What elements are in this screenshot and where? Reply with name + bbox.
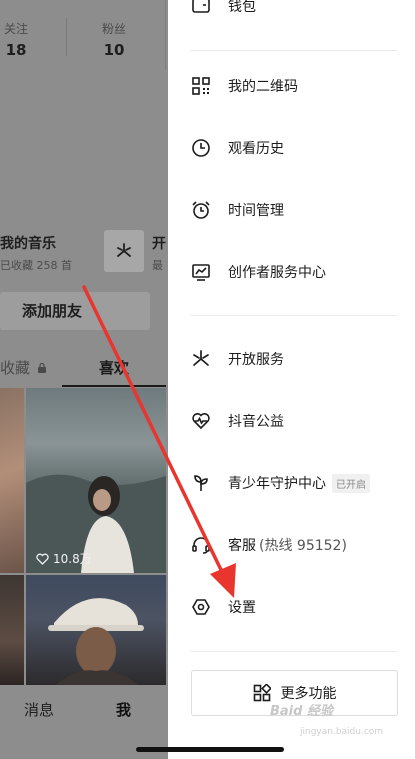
- followers-label: 粉丝: [102, 22, 127, 36]
- chart-icon: [190, 261, 212, 283]
- menu-item-label: 抖音公益: [228, 414, 284, 430]
- menu-item-open-services[interactable]: 开放服务: [190, 339, 400, 379]
- menu-item-time-management[interactable]: 时间管理: [190, 190, 400, 230]
- like-count-text: 10.8万: [53, 552, 92, 566]
- menu-item-creator-center[interactable]: 创作者服务中心: [190, 252, 400, 292]
- hexagon-settings-icon: [190, 596, 212, 618]
- video-thumbnail[interactable]: [0, 388, 24, 573]
- my-music-subtitle: 已收藏 258 首: [0, 259, 72, 272]
- video-thumbnail[interactable]: [0, 575, 24, 685]
- menu-item-qrcode[interactable]: 我的二维码: [190, 66, 400, 106]
- open-service-subtitle: 最: [152, 259, 163, 272]
- menu-item-label: 钱包: [228, 0, 256, 15]
- grid-apps-icon: [253, 684, 271, 702]
- menu-item-label: 客服: [228, 538, 256, 554]
- tab-favorites[interactable]: 收藏: [0, 357, 47, 378]
- stat-divider: [66, 18, 67, 56]
- menu-item-charity[interactable]: 抖音公益: [190, 401, 400, 441]
- video-like-count: 10.8万: [36, 550, 92, 567]
- alarm-icon: [190, 199, 212, 221]
- tab-favorites-label: 收藏: [0, 359, 31, 377]
- watermark-url: jingyan.baidu.com: [300, 727, 384, 737]
- sprout-icon: [190, 472, 212, 494]
- video-thumbnail[interactable]: [26, 388, 166, 573]
- menu-item-customer-service[interactable]: 客服 (热线 95152): [190, 525, 400, 565]
- video-thumbnail[interactable]: [26, 575, 166, 685]
- menu-item-label: 时间管理: [228, 203, 284, 219]
- divider: [190, 651, 397, 652]
- open-service-tile[interactable]: [104, 230, 144, 272]
- my-music-title[interactable]: 我的音乐: [0, 233, 56, 253]
- video-thumbnail-image: [26, 474, 166, 573]
- divider: [190, 50, 397, 51]
- menu-item-label: 我的二维码: [228, 79, 298, 95]
- asterisk-icon: [190, 348, 212, 370]
- menu-item-youth-protection[interactable]: 青少年守护中心 已开启: [190, 463, 400, 503]
- asterisk-icon: [117, 243, 131, 257]
- followers-count: 10: [103, 41, 125, 59]
- nav-me[interactable]: 我: [116, 699, 131, 720]
- side-drawer-menu: 钱包 我的二维码 观看历史 时间管理 创作者服务中心 开放服务 抖音公益 青少年…: [168, 0, 415, 759]
- followers-stat[interactable]: 粉丝 10: [102, 20, 126, 59]
- menu-item-label: 观看历史: [228, 141, 284, 157]
- lock-icon: [37, 362, 46, 373]
- menu-item-label: 创作者服务中心: [228, 265, 326, 281]
- menu-item-label: 开放服务: [228, 352, 284, 368]
- watermark-logo: Baid 经验: [270, 704, 333, 719]
- following-stat[interactable]: 关注 18: [4, 20, 28, 59]
- hotline-text: (热线 95152): [259, 538, 347, 554]
- tab-likes[interactable]: 喜欢: [62, 357, 166, 378]
- video-thumbnail-image: [48, 598, 144, 685]
- menu-item-history[interactable]: 观看历史: [190, 128, 400, 168]
- home-indicator: [136, 747, 284, 752]
- headset-icon: [190, 534, 212, 556]
- menu-item-wallet[interactable]: 钱包: [190, 0, 400, 26]
- heart-icon: [36, 553, 49, 565]
- clock-icon: [190, 137, 212, 159]
- wallet-icon: [190, 0, 212, 17]
- active-tab-indicator: [62, 385, 166, 387]
- menu-item-label: 青少年守护中心: [228, 476, 326, 492]
- status-badge: 已开启: [332, 473, 370, 493]
- add-friends-button[interactable]: 添加朋友: [0, 292, 150, 330]
- qrcode-icon: [190, 75, 212, 97]
- following-count: 18: [5, 41, 27, 59]
- nav-messages[interactable]: 消息: [24, 699, 54, 720]
- profile-page-dimmed[interactable]: 关注 18 粉丝 10 我的音乐 已收藏 258 首 开 最 添加朋友 收藏 喜…: [0, 0, 168, 759]
- menu-item-label: 设置: [228, 600, 256, 616]
- divider: [190, 315, 397, 316]
- open-service-title[interactable]: 开: [152, 233, 166, 253]
- heart-pulse-icon: [190, 410, 212, 432]
- menu-item-settings[interactable]: 设置: [190, 587, 400, 627]
- following-label: 关注: [4, 22, 29, 36]
